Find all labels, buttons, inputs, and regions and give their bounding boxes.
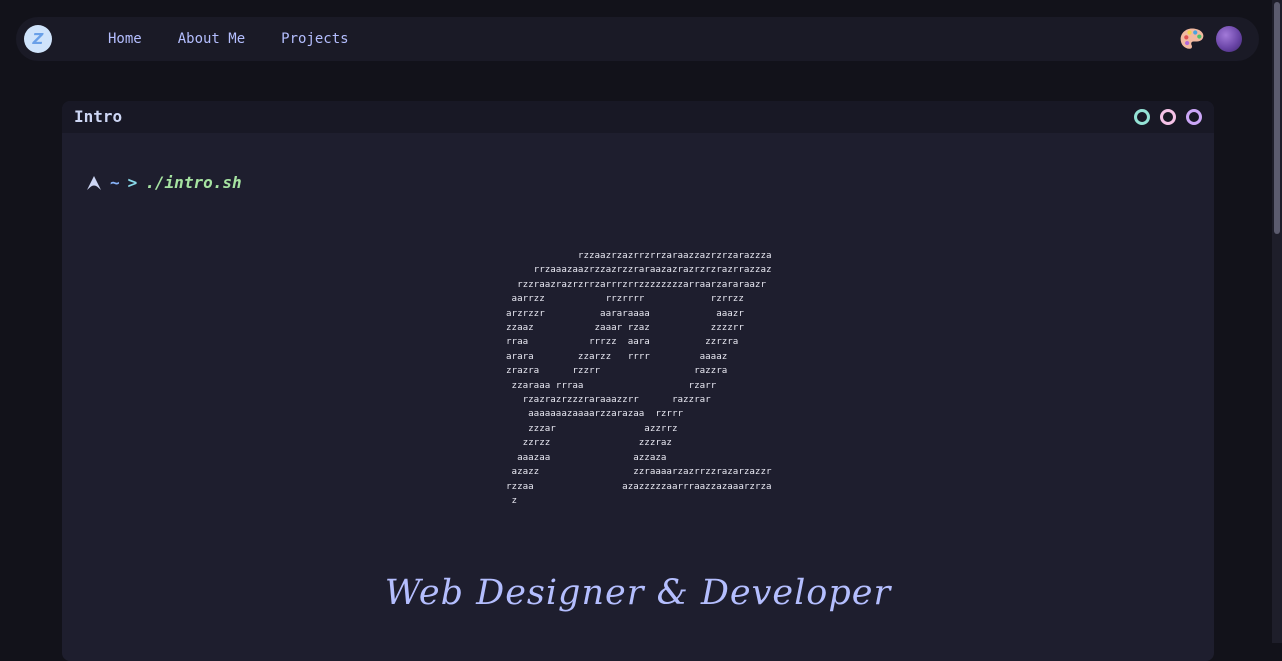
window-dot-pink[interactable] (1160, 109, 1176, 125)
palette-icon[interactable] (1179, 26, 1205, 52)
page-scrollbar[interactable] (1272, 0, 1282, 643)
avatar[interactable] (1216, 26, 1242, 52)
nav-link-projects[interactable]: Projects (281, 31, 348, 47)
arch-logo-icon (87, 175, 101, 190)
prompt-command: ./intro.sh (145, 173, 242, 192)
prompt-arrow: > (127, 173, 138, 192)
top-navbar: Z Home About Me Projects (16, 17, 1259, 61)
tagline: Web Designer & Developer (384, 573, 892, 613)
site-logo[interactable]: Z (24, 25, 52, 53)
scrollbar-thumb[interactable] (1274, 2, 1280, 234)
terminal-window: Intro ~ > ./intro.sh rzzaazrzazrrzrrzara… (62, 101, 1214, 661)
nav-link-home[interactable]: Home (108, 31, 142, 47)
window-titlebar: Intro (62, 101, 1214, 133)
nav-links: Home About Me Projects (108, 17, 385, 61)
shell-prompt: ~ > ./intro.sh (86, 173, 242, 192)
window-title: Intro (74, 107, 123, 126)
prompt-path: ~ (110, 173, 120, 192)
nav-link-about-me[interactable]: About Me (178, 31, 245, 47)
window-controls (1124, 109, 1202, 125)
window-dot-teal[interactable] (1134, 109, 1150, 125)
window-dot-purple[interactable] (1186, 109, 1202, 125)
ascii-art-logo: rzzaazrzazrrzrrzaraazzazrzrzarazzza rrza… (506, 250, 772, 506)
